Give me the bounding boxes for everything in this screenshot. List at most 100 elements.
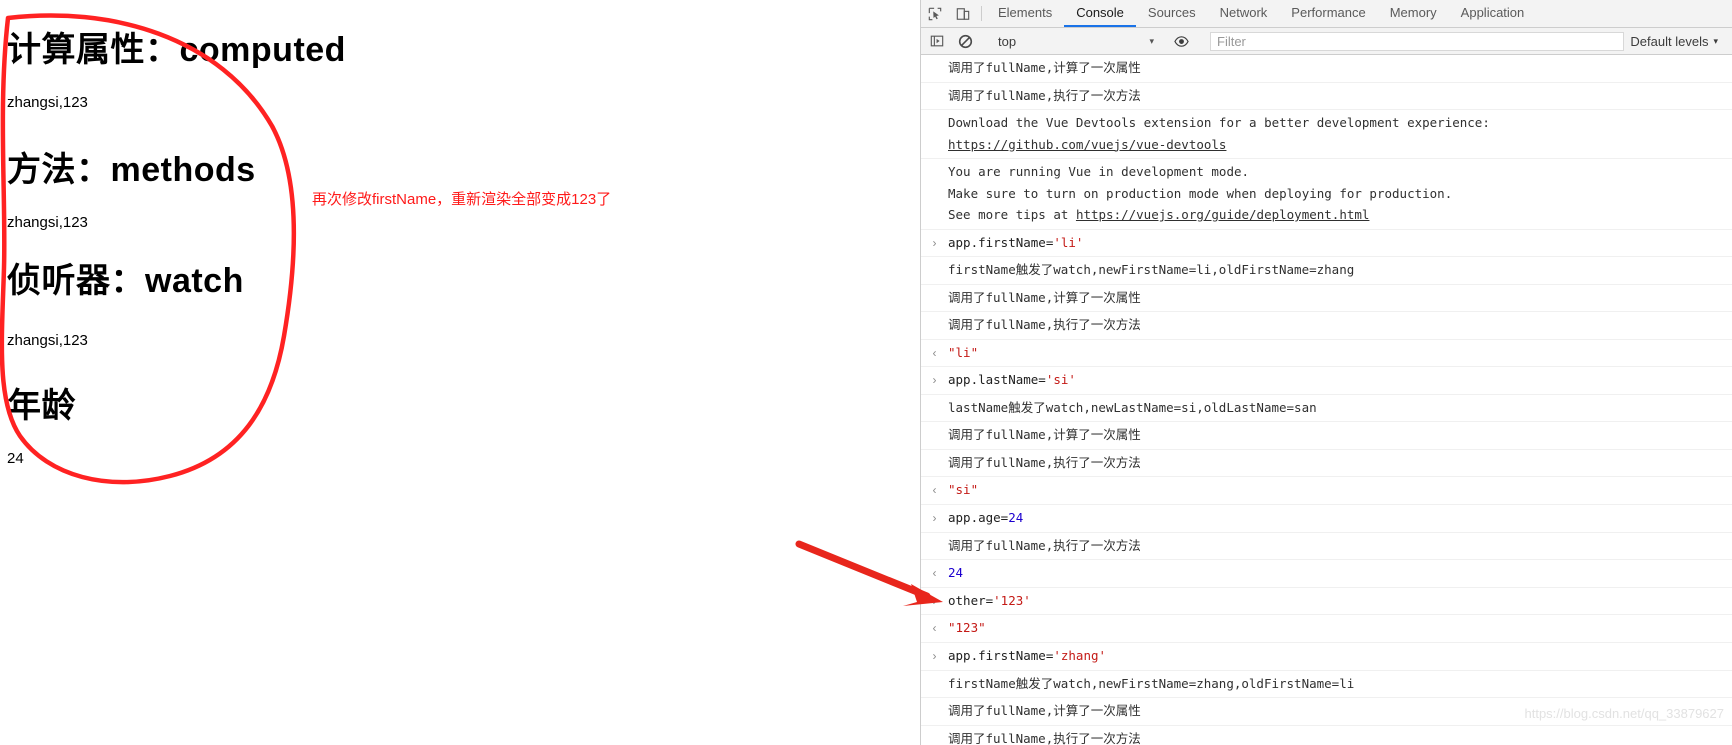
console-text-span: 'zhang' <box>1053 648 1107 663</box>
console-message-text: lastName触发了watch,newLastName=si,oldLastN… <box>948 397 1732 419</box>
console-message: You are running Vue in development mode.… <box>921 159 1732 230</box>
expand-arrow-icon[interactable]: › <box>921 590 948 612</box>
message-gutter <box>921 424 948 425</box>
console-message-text: 调用了fullName,执行了一次方法 <box>948 85 1732 107</box>
console-sidebar-icon[interactable] <box>923 34 951 48</box>
console-message-text: 调用了fullName,执行了一次方法 <box>948 535 1732 557</box>
console-message-text: firstName触发了watch,newFirstName=zhang,old… <box>948 673 1732 695</box>
message-gutter <box>921 452 948 453</box>
tab-application[interactable]: Application <box>1449 0 1537 27</box>
message-gutter <box>921 287 948 288</box>
console-message-text: 调用了fullName,执行了一次方法 <box>948 314 1732 336</box>
console-message-text: 调用了fullName,计算了一次属性 <box>948 424 1732 446</box>
console-text-span: firstName触发了watch,newFirstName=zhang,old… <box>948 675 1355 691</box>
expand-arrow-icon[interactable]: › <box>921 369 948 391</box>
console-message-text: firstName触发了watch,newFirstName=li,oldFir… <box>948 259 1732 281</box>
console-text-span: si <box>955 482 971 498</box>
console-link[interactable]: https://github.com/vuejs/vue-devtools <box>948 137 1226 152</box>
tab-console[interactable]: Console <box>1064 0 1136 27</box>
message-gutter <box>921 700 948 701</box>
page-value-computed: zhangsi,123 <box>7 94 88 111</box>
result-arrow-icon: ‹ <box>932 566 937 581</box>
console-text-span: " <box>948 620 956 636</box>
console-message-text: You are running Vue in development mode.… <box>948 161 1732 226</box>
console-message: lastName触发了watch,newLastName=si,oldLastN… <box>921 395 1732 423</box>
console-message: 调用了fullName,计算了一次属性 <box>921 55 1732 83</box>
tab-memory[interactable]: Memory <box>1378 0 1449 27</box>
log-levels-select[interactable]: Default levels ▾ <box>1630 34 1730 49</box>
tab-performance[interactable]: Performance <box>1279 0 1377 27</box>
page-heading-methods: 方法：methods <box>7 151 256 189</box>
console-filter-input[interactable]: Filter <box>1210 31 1625 51</box>
chevron-down-icon-2: ▾ <box>1713 35 1718 46</box>
page-value-methods: zhangsi,123 <box>7 214 88 231</box>
tab-network[interactable]: Network <box>1208 0 1280 27</box>
console-message-text: 24 <box>948 562 1732 584</box>
device-toolbar-icon[interactable] <box>949 0 977 27</box>
tab-sources[interactable]: Sources <box>1136 0 1208 27</box>
console-text-span: 24 <box>1008 510 1024 525</box>
inspect-element-icon[interactable] <box>921 0 949 27</box>
console-message: 调用了fullName,计算了一次属性 <box>921 285 1732 313</box>
message-gutter <box>921 259 948 260</box>
console-text-span: firstName触发了watch,newFirstName=li,oldFir… <box>948 262 1355 278</box>
console-message: › app.firstName='zhang' <box>921 643 1732 671</box>
message-gutter <box>921 397 948 398</box>
console-text-span: 调用了fullName,计算了一次属性 <box>948 289 1141 305</box>
console-message: ‹ "li" <box>921 340 1732 368</box>
console-text-span: li <box>955 344 971 360</box>
console-message: › app.age=24 <box>921 505 1732 533</box>
console-text-span: '123' <box>993 592 1031 608</box>
page-heading-age: 年龄 <box>7 387 76 425</box>
console-text-span: 24 <box>948 565 964 581</box>
message-gutter <box>921 112 948 113</box>
console-message-text: Download the Vue Devtools extension for … <box>948 112 1732 155</box>
page-value-watch: zhangsi,123 <box>7 332 88 349</box>
console-message: ‹ "123" <box>921 615 1732 643</box>
console-message: ‹ 24 <box>921 560 1732 588</box>
expand-arrow-icon[interactable]: › <box>921 232 948 254</box>
tab-elements[interactable]: Elements <box>986 0 1064 27</box>
console-message: 调用了fullName,执行了一次方法 <box>921 312 1732 340</box>
console-link[interactable]: https://vuejs.org/guide/deployment.html <box>1076 207 1370 222</box>
console-message: 调用了fullName,执行了一次方法 <box>921 726 1732 745</box>
console-message-text: other='123' <box>948 590 1732 612</box>
console-message-text: app.firstName='li' <box>948 232 1732 254</box>
console-text-span: 123 <box>955 620 979 636</box>
message-gutter <box>921 161 948 162</box>
console-message-text: app.age=24 <box>948 507 1732 529</box>
message-gutter <box>921 314 948 315</box>
result-arrow-icon: ‹ <box>932 621 937 636</box>
console-text-span: 'li' <box>1053 234 1084 250</box>
page-heading-watch: 侦听器：watch <box>7 262 244 300</box>
console-message-text: 调用了fullName,执行了一次方法 <box>948 452 1732 474</box>
console-text-span: 调用了fullName,计算了一次属性 <box>948 703 1141 719</box>
console-message-text: "li" <box>948 342 1732 364</box>
console-message: 调用了fullName,执行了一次方法 <box>921 533 1732 561</box>
page-heading-computed: 计算属性：computed <box>7 31 346 69</box>
devtools-tabbar: Elements Console Sources Network Perform… <box>921 0 1732 28</box>
console-text-span: 调用了fullName,执行了一次方法 <box>948 537 1141 553</box>
console-text-span: 调用了fullName,执行了一次方法 <box>948 730 1141 745</box>
console-text-span: " <box>970 482 979 498</box>
console-text-span: 调用了fullName,执行了一次方法 <box>948 87 1141 103</box>
console-message-text: app.firstName='zhang' <box>948 645 1732 667</box>
expand-arrow-icon[interactable]: › <box>921 645 948 667</box>
message-gutter <box>921 535 948 536</box>
console-text-span: app.lastName= <box>948 372 1046 388</box>
page-value-age: 24 <box>7 450 24 467</box>
execution-context-select[interactable]: top ▾ <box>988 34 1158 49</box>
console-message: › other='123' <box>921 588 1732 616</box>
message-gutter <box>921 673 948 674</box>
clear-console-icon[interactable] <box>951 34 979 49</box>
live-expression-icon[interactable] <box>1167 34 1195 49</box>
annotation-note-text: 再次修改firstName，重新渲染全部变成123了 <box>312 191 612 208</box>
console-message: firstName触发了watch,newFirstName=zhang,old… <box>921 671 1732 699</box>
console-message-list[interactable]: 调用了fullName,计算了一次属性 调用了fullName,执行了一次方法 Do… <box>921 55 1732 745</box>
message-gutter <box>921 728 948 729</box>
result-arrow-icon: ‹ <box>932 483 937 498</box>
console-message-text: app.lastName='si' <box>948 369 1732 391</box>
console-text-span: " <box>970 344 979 360</box>
chevron-down-icon: ▾ <box>1149 35 1154 46</box>
expand-arrow-icon[interactable]: › <box>921 507 948 529</box>
